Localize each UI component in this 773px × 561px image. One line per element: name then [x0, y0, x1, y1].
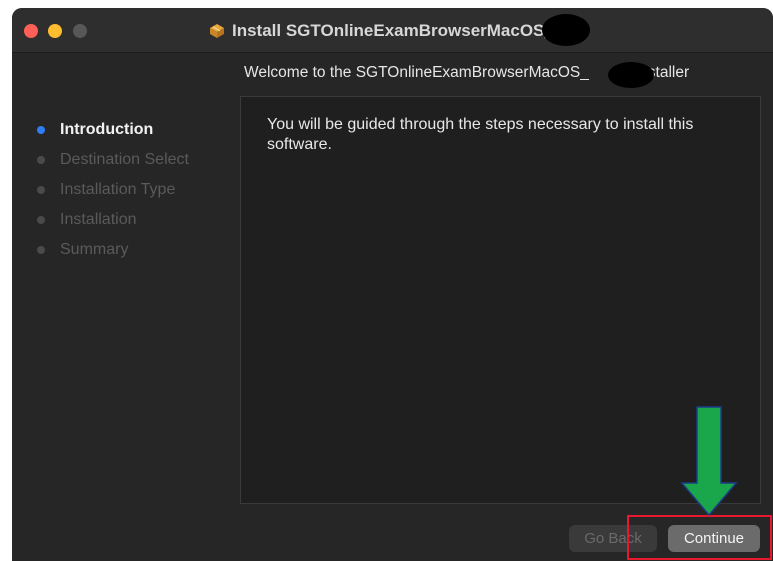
installer-window: Install SGTOnlineExamBrowserMacOS_ Welco… — [12, 8, 773, 561]
redaction-mark — [608, 62, 654, 88]
step-label: Installation — [60, 211, 137, 228]
title-bar: Install SGTOnlineExamBrowserMacOS_ — [12, 8, 773, 53]
welcome-prefix: Welcome to the SGTOnlineExamBrowserMacOS… — [244, 64, 589, 81]
step-label: Summary — [60, 241, 129, 258]
package-icon — [208, 23, 226, 39]
step-installation-type: Installation Type — [32, 180, 189, 210]
step-summary: Summary — [32, 240, 189, 270]
step-dot — [37, 246, 45, 254]
step-dot — [37, 126, 45, 134]
step-dot — [37, 156, 45, 164]
intro-text: You will be guided through the steps nec… — [267, 116, 694, 153]
step-label: Introduction — [60, 121, 154, 138]
redaction-mark — [542, 14, 590, 46]
step-installation: Installation — [32, 210, 189, 240]
step-label: Installation Type — [60, 181, 176, 198]
step-label: Destination Select — [60, 151, 189, 168]
close-window-button[interactable] — [24, 24, 38, 38]
step-dot — [37, 186, 45, 194]
step-destination-select: Destination Select — [32, 150, 189, 180]
down-arrow-annotation — [680, 405, 738, 522]
window-title-text: Install SGTOnlineExamBrowserMacOS_ — [232, 21, 554, 40]
step-introduction: Introduction — [32, 120, 189, 150]
window-title: Install SGTOnlineExamBrowserMacOS_ — [208, 20, 554, 42]
step-dot — [37, 216, 45, 224]
steps-sidebar: Introduction Destination Select Installa… — [32, 120, 189, 270]
zoom-window-button[interactable] — [73, 24, 87, 38]
minimize-window-button[interactable] — [48, 24, 62, 38]
